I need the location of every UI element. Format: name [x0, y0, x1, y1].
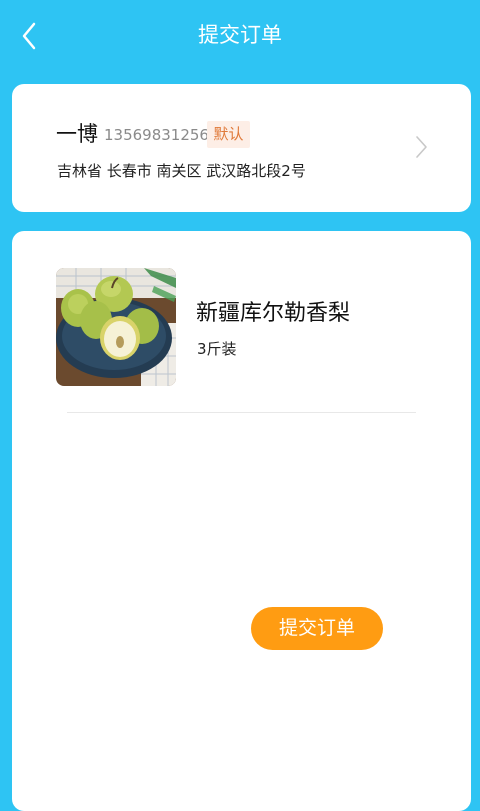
page-title: 提交订单 [198, 23, 282, 47]
pear-image-icon [56, 268, 176, 386]
address-card[interactable]: 一博 13569831256 默认 吉林省 长春市 南关区 武汉路北段2号 [12, 84, 471, 212]
product-image [56, 268, 176, 386]
recipient-phone: 13569831256 [104, 126, 209, 144]
divider [67, 412, 416, 413]
submit-order-button[interactable]: 提交订单 [251, 607, 383, 650]
header-bar: 提交订单 [0, 0, 480, 72]
product-name: 新疆库尔勒香梨 [196, 301, 351, 326]
chevron-right-icon [416, 136, 427, 158]
recipient-name: 一博 [56, 122, 98, 146]
product-spec: 3斤装 [197, 340, 237, 358]
order-card: 新疆库尔勒香梨 3斤装 提交订单 [12, 231, 471, 811]
default-badge: 默认 [207, 121, 250, 148]
shipping-address: 吉林省 长春市 南关区 武汉路北段2号 [57, 162, 306, 180]
